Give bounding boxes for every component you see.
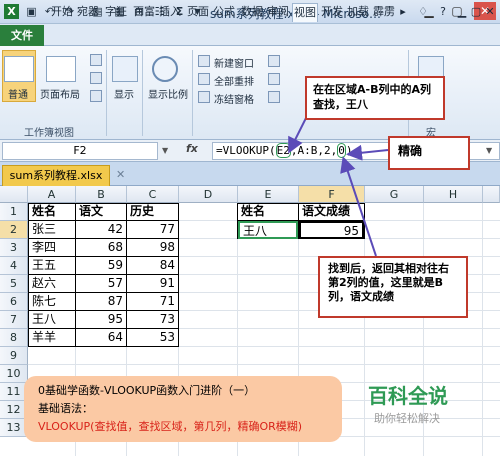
tutorial-info-box: 0基础学函数-VLOOKUP函数入门进阶（一） 基础语法： VLOOKUP(查找… [24, 376, 342, 442]
tutorial-title: 0基础学函数-VLOOKUP函数入门进阶（一） [38, 384, 256, 397]
brand-slogan: 助你轻松解决 [374, 412, 440, 425]
arrow-to-range [288, 117, 307, 154]
result-callout: 找到后，返回其相对往右第2列的值，这里就是B列，语文成绩 [318, 256, 468, 318]
arrow-to-match-type [346, 144, 389, 161]
range-callout: 在在区域A-B列中的A列查找，王八 [305, 76, 445, 120]
arrow-to-column [340, 156, 377, 257]
syntax-text: VLOOKUP(查找值，查找区域，第几列，精确OR模糊) [38, 420, 303, 433]
brand-watermark: 百科全说 [368, 384, 448, 408]
exact-callout: 精确 [388, 136, 470, 170]
syntax-label: 基础语法： [38, 402, 93, 415]
